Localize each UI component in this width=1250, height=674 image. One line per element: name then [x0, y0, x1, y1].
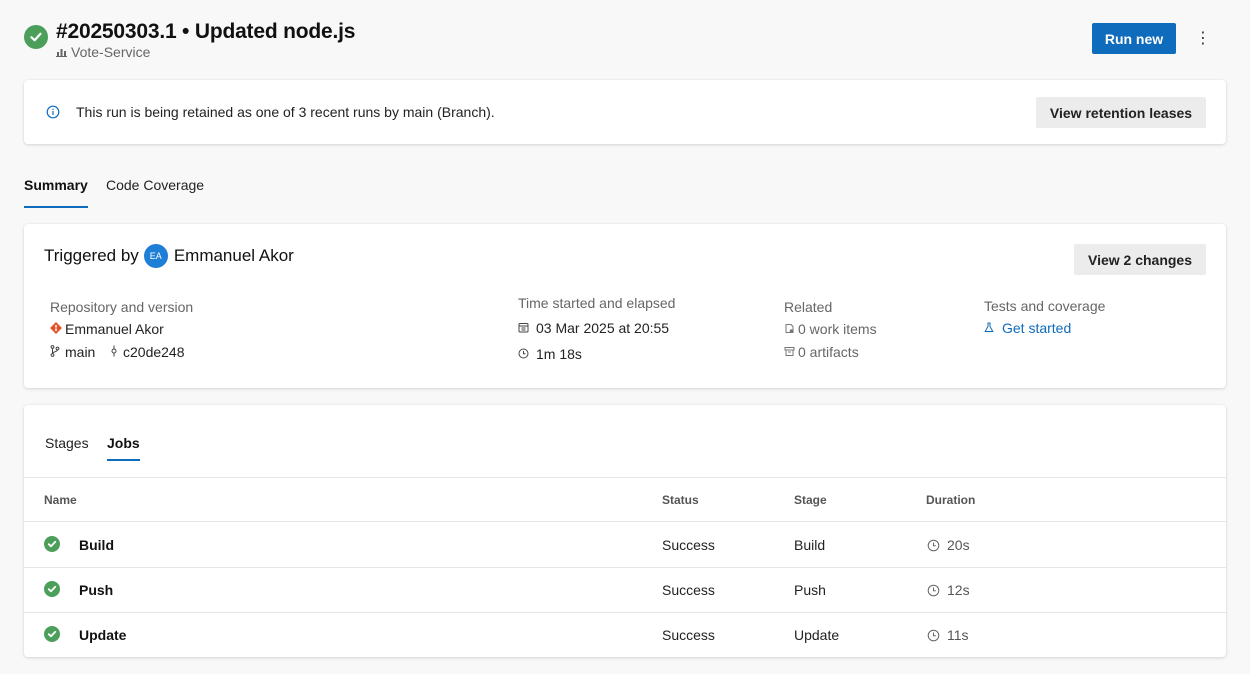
clock-icon	[927, 629, 940, 641]
summary-card: Triggered by EA Emmanuel Akor View 2 cha…	[24, 224, 1226, 388]
time-label: Time started and elapsed	[518, 295, 676, 311]
job-name: Build	[79, 537, 114, 553]
artifacts-count: 0 artifacts	[798, 344, 859, 360]
clock-icon	[927, 584, 940, 596]
work-items-count: 0 work items	[798, 321, 877, 337]
related-label: Related	[784, 299, 833, 315]
branch-name: main	[65, 344, 96, 360]
job-name: Update	[79, 627, 127, 643]
repo-label: Repository and version	[50, 299, 194, 315]
column-header-status: Status	[662, 493, 699, 507]
success-check-icon	[44, 581, 60, 597]
pipeline-link[interactable]: Vote-Service	[56, 44, 150, 60]
trigger-user-name[interactable]: Emmanuel Akor	[174, 246, 294, 266]
flask-icon	[984, 320, 994, 336]
retention-banner: This run is being retained as one of 3 r…	[24, 80, 1226, 144]
job-duration-value: 12s	[947, 582, 970, 598]
tab-stages[interactable]: Stages	[45, 435, 89, 451]
info-icon	[46, 105, 60, 119]
table-row[interactable]: Push Success Push 12s	[24, 567, 1226, 612]
repo-link[interactable]: Emmanuel Akor	[50, 321, 164, 337]
triggered-by-label: Triggered by	[44, 246, 139, 265]
branch-link[interactable]: main	[50, 344, 95, 360]
pipeline-name: Vote-Service	[71, 44, 151, 60]
artifact-icon	[784, 344, 795, 360]
job-stage: Build	[794, 537, 826, 553]
column-header-duration: Duration	[926, 493, 976, 507]
column-header-name: Name	[44, 493, 77, 507]
job-duration: 12s	[927, 582, 970, 598]
time-elapsed: 1m 18s	[518, 346, 582, 362]
pipeline-icon	[56, 44, 67, 60]
tab-summary-indicator	[24, 206, 88, 208]
job-duration-value: 20s	[947, 537, 970, 553]
branch-icon	[50, 344, 60, 360]
tab-jobs-indicator	[107, 459, 140, 461]
success-check-icon	[44, 536, 60, 552]
run-new-button[interactable]: Run new	[1092, 23, 1176, 54]
job-status: Success	[662, 537, 715, 553]
job-duration: 11s	[927, 627, 969, 643]
jobs-card: Stages Jobs Name Status Stage Duration B…	[24, 405, 1226, 657]
table-row[interactable]: Build Success Build 20s	[24, 522, 1226, 567]
job-stage: Push	[794, 582, 826, 598]
time-elapsed-value: 1m 18s	[536, 346, 582, 362]
job-duration: 20s	[927, 537, 970, 553]
success-check-icon	[44, 626, 60, 642]
view-retention-leases-button[interactable]: View retention leases	[1036, 97, 1206, 128]
commit-hash: c20de248	[123, 344, 185, 360]
tests-label: Tests and coverage	[984, 298, 1106, 314]
clock-icon	[518, 346, 529, 362]
work-items-link[interactable]: 0 work items	[784, 321, 877, 337]
triggered-by: Triggered by EA Emmanuel Akor	[44, 244, 294, 268]
job-status: Success	[662, 582, 715, 598]
job-stage: Update	[794, 627, 840, 643]
divider	[24, 477, 1226, 478]
tests-get-started-link[interactable]: Get started	[984, 320, 1071, 336]
time-started-value: 03 Mar 2025 at 20:55	[536, 320, 670, 336]
column-header-stage: Stage	[794, 493, 827, 507]
clock-icon	[927, 539, 940, 551]
tab-jobs[interactable]: Jobs	[107, 435, 140, 451]
avatar: EA	[143, 244, 168, 268]
tab-summary[interactable]: Summary	[24, 177, 88, 193]
work-item-icon	[784, 321, 795, 337]
run-title: #20250303.1 • Updated node.js	[56, 20, 356, 43]
run-status-success-icon	[24, 25, 48, 49]
calendar-icon	[518, 320, 529, 336]
job-status: Success	[662, 627, 715, 643]
git-icon	[50, 321, 62, 337]
job-duration-value: 11s	[947, 627, 969, 643]
view-changes-button[interactable]: View 2 changes	[1074, 244, 1206, 275]
get-started-text: Get started	[1002, 320, 1072, 336]
tab-code-coverage[interactable]: Code Coverage	[106, 177, 204, 193]
retention-message: This run is being retained as one of 3 r…	[76, 104, 495, 120]
more-actions-icon[interactable]: ⋮	[1193, 28, 1213, 48]
artifacts-link[interactable]: 0 artifacts	[784, 344, 859, 360]
time-started: 03 Mar 2025 at 20:55	[518, 320, 669, 336]
repo-name: Emmanuel Akor	[65, 321, 164, 337]
commit-icon	[110, 344, 118, 360]
commit-link[interactable]: c20de248	[110, 344, 185, 360]
job-name: Push	[79, 582, 114, 598]
table-row[interactable]: Update Success Update 11s	[24, 612, 1226, 657]
